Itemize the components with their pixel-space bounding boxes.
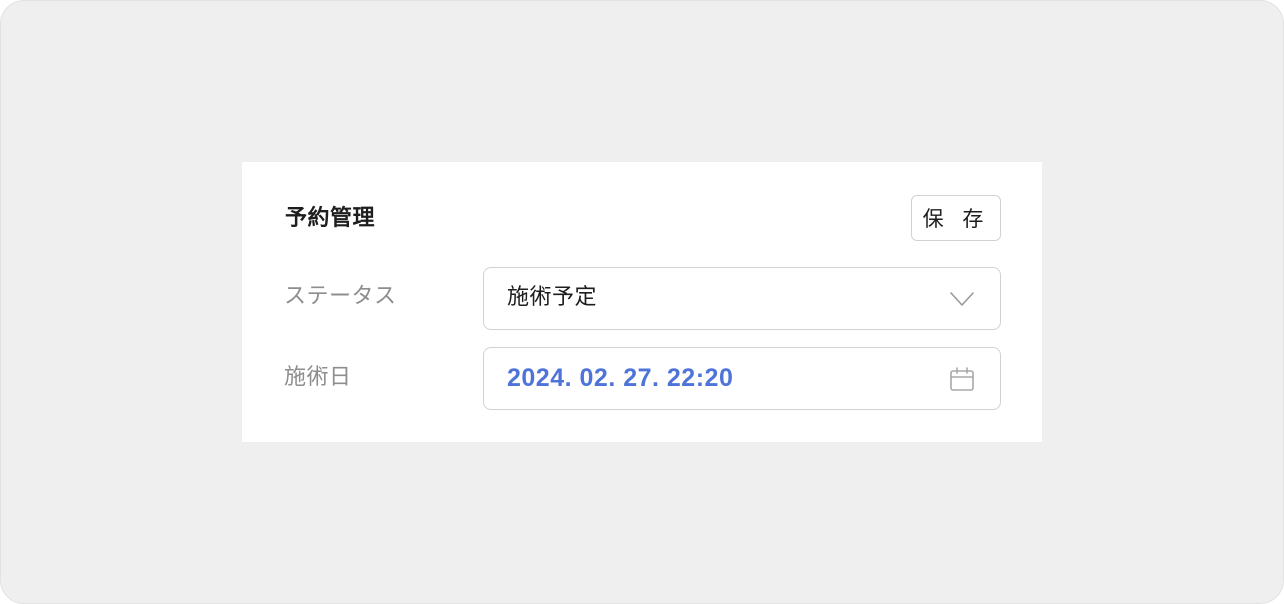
chevron-down-icon (950, 292, 974, 306)
calendar-icon[interactable] (948, 365, 976, 393)
app-background: 予約管理 保 存 ステータス 施術予定 施術日 2024. 02. 27. 22… (0, 0, 1284, 604)
treatment-date-label: 施術日 (284, 365, 352, 390)
status-select[interactable]: 施術予定 (483, 267, 1001, 330)
treatment-date-field[interactable]: 2024. 02. 27. 22:20 (483, 347, 1001, 410)
status-label: ステータス (284, 284, 397, 309)
save-button[interactable]: 保 存 (911, 195, 1001, 241)
panel-title: 予約管理 (285, 206, 376, 231)
reservation-panel: 予約管理 保 存 ステータス 施術予定 施術日 2024. 02. 27. 22… (242, 162, 1042, 442)
treatment-date-value: 2024. 02. 27. 22:20 (507, 364, 734, 392)
status-select-value: 施術予定 (507, 285, 598, 310)
